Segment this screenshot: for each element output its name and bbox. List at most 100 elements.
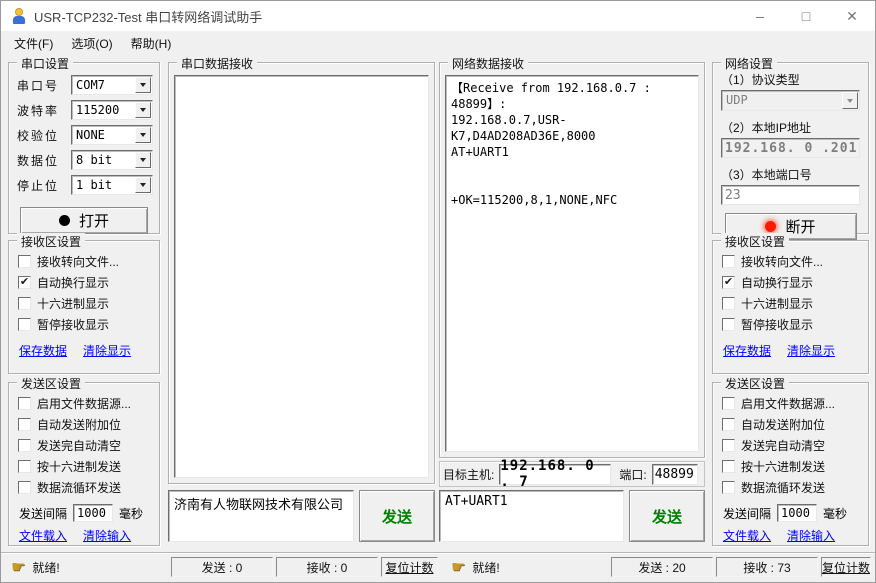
serial-send-row: 济南有人物联网技术有限公司 发送 bbox=[168, 490, 435, 542]
network-send-button[interactable]: 发送 bbox=[629, 490, 705, 542]
protocol-type-select[interactable]: UDP bbox=[721, 90, 860, 111]
send-interval-unit: 毫秒 bbox=[119, 505, 143, 522]
serial-send-button[interactable]: 发送 bbox=[359, 490, 435, 542]
local-ip-input[interactable]: 192.168. 0 .201 bbox=[721, 138, 860, 158]
checkbox-auto-send-append[interactable]: 自动发送附加位 bbox=[18, 414, 159, 435]
serial-send-settings-group: 发送区设置 启用文件数据源... 自动发送附加位 发送完自动清空 按十六进制发送… bbox=[8, 382, 160, 546]
serial-receive-title: 串口数据接收 bbox=[177, 55, 257, 72]
load-file-link[interactable]: 文件载入 bbox=[723, 527, 771, 544]
protocol-type-label: （1）协议类型 bbox=[721, 71, 868, 88]
chevron-down-icon bbox=[135, 127, 151, 143]
serial-receive-textarea[interactable] bbox=[174, 75, 429, 478]
network-reset-count-link[interactable]: 复位计数 bbox=[821, 557, 871, 577]
target-host-input[interactable]: 192.168. 0 . 7 bbox=[499, 464, 611, 485]
checkbox-auto-send-append[interactable]: 自动发送附加位 bbox=[722, 414, 868, 435]
send-interval-unit: 毫秒 bbox=[823, 505, 847, 522]
chevron-down-icon bbox=[842, 92, 858, 109]
serial-settings-group: 串口设置 串口号 COM7 波特率 115200 校验位 NONE bbox=[8, 62, 160, 234]
target-host-row: 目标主机: 192.168. 0 . 7 端口: 48899 bbox=[439, 461, 705, 487]
network-receive-group: 网络数据接收 【Receive from 192.168.0.7 : 48899… bbox=[439, 62, 705, 458]
menu-help[interactable]: 帮助(H) bbox=[122, 31, 181, 56]
chevron-down-icon bbox=[135, 152, 151, 168]
checkbox-receive-to-file[interactable]: 接收转向文件... bbox=[722, 251, 868, 272]
clear-input-link[interactable]: 清除输入 bbox=[83, 527, 131, 544]
app-icon bbox=[11, 8, 27, 24]
target-port-input[interactable]: 48899 bbox=[652, 464, 698, 485]
data-bits-label: 数据位 bbox=[17, 152, 71, 169]
network-receive-textarea[interactable]: 【Receive from 192.168.0.7 : 48899】: 192.… bbox=[445, 75, 699, 452]
com-port-select[interactable]: COM7 bbox=[71, 75, 153, 95]
clear-display-link[interactable]: 清除显示 bbox=[83, 342, 131, 359]
menu-file[interactable]: 文件(F) bbox=[5, 31, 62, 56]
closed-indicator-icon bbox=[59, 215, 70, 226]
checkbox-clear-after-send[interactable]: 发送完自动清空 bbox=[18, 435, 159, 456]
network-receive-settings-group: 接收区设置 接收转向文件... ✔ 自动换行显示 十六进制显示 暂停接收显示 保… bbox=[712, 240, 869, 374]
local-ip-label: （2）本地IP地址 bbox=[721, 119, 868, 136]
save-data-link[interactable]: 保存数据 bbox=[723, 342, 771, 359]
serial-send-input[interactable]: 济南有人物联网技术有限公司 bbox=[168, 490, 354, 542]
checkbox-clear-after-send[interactable]: 发送完自动清空 bbox=[722, 435, 868, 456]
network-send-row: AT+UART1 发送 bbox=[439, 490, 705, 542]
data-bits-select[interactable]: 8 bit bbox=[71, 150, 153, 170]
checkbox-icon bbox=[18, 439, 31, 452]
load-file-link[interactable]: 文件载入 bbox=[19, 527, 67, 544]
parity-select[interactable]: NONE bbox=[71, 125, 153, 145]
checkbox-file-data-source[interactable]: 启用文件数据源... bbox=[18, 393, 159, 414]
checkbox-receive-to-file[interactable]: 接收转向文件... bbox=[18, 251, 159, 272]
chevron-down-icon bbox=[135, 102, 151, 118]
checkbox-hex-display[interactable]: 十六进制显示 bbox=[722, 293, 868, 314]
checkbox-file-data-source[interactable]: 启用文件数据源... bbox=[722, 393, 868, 414]
checkbox-icon bbox=[18, 397, 31, 410]
checkbox-icon bbox=[722, 418, 735, 431]
checkbox-checked-icon: ✔ bbox=[722, 276, 735, 289]
checkbox-icon bbox=[18, 255, 31, 268]
chevron-down-icon bbox=[135, 77, 151, 93]
save-data-link[interactable]: 保存数据 bbox=[19, 342, 67, 359]
open-serial-button[interactable]: 打开 bbox=[20, 207, 148, 234]
checkbox-send-as-hex[interactable]: 按十六进制发送 bbox=[18, 456, 159, 477]
menu-bar: 文件(F) 选项(O) 帮助(H) bbox=[1, 31, 875, 56]
window-title: USR-TCP232-Test 串口转网络调试助手 bbox=[34, 7, 262, 26]
checkbox-icon bbox=[18, 318, 31, 331]
serial-reset-count-link[interactable]: 复位计数 bbox=[381, 557, 438, 577]
checkbox-auto-linefeed[interactable]: ✔ 自动换行显示 bbox=[18, 272, 159, 293]
menu-options[interactable]: 选项(O) bbox=[62, 31, 121, 56]
minimize-button[interactable]: – bbox=[737, 1, 783, 31]
stop-bits-label: 停止位 bbox=[17, 177, 71, 194]
maximize-button[interactable]: □ bbox=[783, 1, 829, 31]
send-interval-label: 发送间隔 bbox=[19, 505, 67, 522]
serial-receive-settings-group: 接收区设置 接收转向文件... ✔ 自动换行显示 十六进制显示 暂停接收显示 保… bbox=[8, 240, 160, 374]
checkbox-icon bbox=[18, 460, 31, 473]
checkbox-pause-receive[interactable]: 暂停接收显示 bbox=[18, 314, 159, 335]
checkbox-auto-linefeed[interactable]: ✔ 自动换行显示 bbox=[722, 272, 868, 293]
local-port-label: （3）本地端口号 bbox=[721, 166, 868, 183]
checkbox-icon bbox=[722, 397, 735, 410]
checkbox-loop-send[interactable]: 数据流循环发送 bbox=[722, 477, 868, 498]
close-button[interactable]: ✕ bbox=[829, 1, 875, 31]
network-recv-count: 接收 : 73 bbox=[716, 557, 818, 577]
checkbox-icon bbox=[722, 481, 735, 494]
clear-input-link[interactable]: 清除输入 bbox=[787, 527, 835, 544]
send-interval-input[interactable] bbox=[73, 504, 113, 522]
app-window: USR-TCP232-Test 串口转网络调试助手 – □ ✕ 文件(F) 选项… bbox=[0, 0, 876, 583]
baud-rate-select[interactable]: 115200 bbox=[71, 100, 153, 120]
checkbox-send-as-hex[interactable]: 按十六进制发送 bbox=[722, 456, 868, 477]
checkbox-hex-display[interactable]: 十六进制显示 bbox=[18, 293, 159, 314]
checkbox-loop-send[interactable]: 数据流循环发送 bbox=[18, 477, 159, 498]
network-status-ready: ☛ 就绪! bbox=[451, 559, 500, 576]
receive-settings-title: 接收区设置 bbox=[721, 233, 789, 250]
stop-bits-select[interactable]: 1 bit bbox=[71, 175, 153, 195]
network-send-input[interactable]: AT+UART1 bbox=[439, 490, 624, 542]
network-settings-title: 网络设置 bbox=[721, 55, 777, 72]
serial-receive-group: 串口数据接收 bbox=[168, 62, 435, 484]
receive-settings-title: 接收区设置 bbox=[17, 233, 85, 250]
target-port-label: 端口: bbox=[619, 466, 646, 483]
local-port-input[interactable]: 23 bbox=[721, 185, 860, 205]
network-settings-group: 网络设置 （1）协议类型 UDP （2）本地IP地址 192.168. 0 .2… bbox=[712, 62, 869, 234]
send-interval-input[interactable] bbox=[777, 504, 817, 522]
checkbox-pause-receive[interactable]: 暂停接收显示 bbox=[722, 314, 868, 335]
checkbox-icon bbox=[722, 318, 735, 331]
pointing-hand-icon: ☛ bbox=[11, 561, 25, 575]
main-area: 串口设置 串口号 COM7 波特率 115200 校验位 NONE bbox=[1, 56, 875, 552]
clear-display-link[interactable]: 清除显示 bbox=[787, 342, 835, 359]
